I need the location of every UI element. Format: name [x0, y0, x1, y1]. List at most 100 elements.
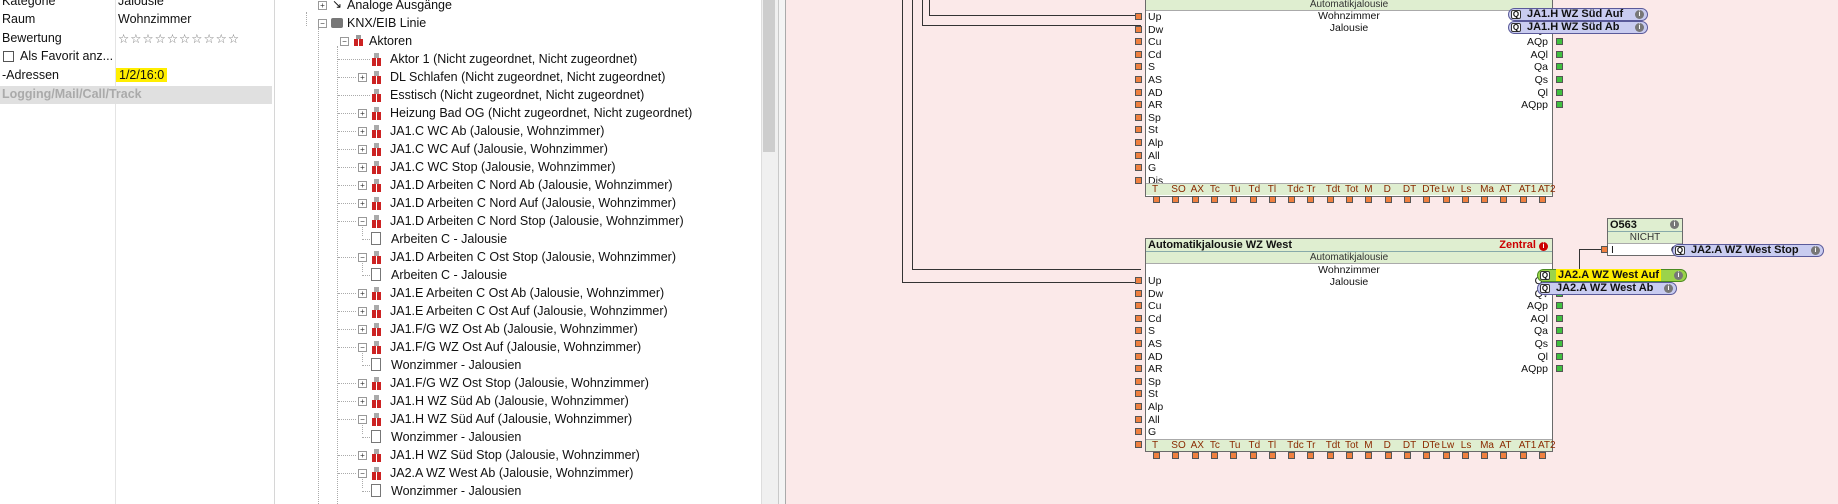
pin-connector[interactable]: [1403, 452, 1411, 459]
pin-connector[interactable]: [1249, 196, 1257, 203]
pin-connector[interactable]: [1519, 196, 1527, 203]
pin-connector[interactable]: [1135, 176, 1142, 184]
pin-connector[interactable]: [1556, 101, 1563, 109]
input-pin[interactable]: AR: [1148, 363, 1163, 375]
bottom-pin[interactable]: Lw: [1442, 184, 1455, 196]
input-pin[interactable]: S: [1148, 325, 1155, 337]
input-pin[interactable]: All: [1148, 414, 1160, 426]
pin-connector[interactable]: [1481, 452, 1489, 459]
bottom-pin[interactable]: Lw: [1442, 440, 1455, 452]
pin-connector[interactable]: [1556, 63, 1563, 71]
bottom-pin[interactable]: M: [1364, 184, 1372, 196]
info-icon[interactable]: i: [1664, 284, 1673, 293]
bottom-pin[interactable]: Td: [1249, 184, 1261, 196]
pin-connector[interactable]: [1500, 452, 1508, 459]
pin-connector[interactable]: [1423, 452, 1431, 459]
expand-icon[interactable]: +: [358, 199, 367, 208]
input-pin[interactable]: Alp: [1148, 401, 1163, 413]
pin-connector[interactable]: [1172, 452, 1180, 459]
input-pin[interactable]: Cd: [1148, 49, 1161, 61]
output-pin[interactable]: AQpp: [1521, 99, 1548, 111]
output-pin[interactable]: Qa: [1534, 325, 1548, 337]
pin-connector[interactable]: [1135, 63, 1142, 71]
collapse-icon[interactable]: −: [358, 469, 367, 478]
pin-connector[interactable]: [1135, 314, 1142, 322]
pin-connector[interactable]: [1556, 352, 1563, 360]
pin-connector[interactable]: [1135, 13, 1142, 20]
output-pin[interactable]: Ql: [1538, 351, 1549, 363]
ref-ja2a-west-stop[interactable]: Q JA2.A WZ West Stop i: [1672, 244, 1824, 257]
bottom-pin[interactable]: DTe: [1422, 440, 1440, 452]
bottom-pin[interactable]: AT2: [1538, 184, 1556, 196]
bottom-pin[interactable]: Tu: [1229, 440, 1240, 452]
bottom-pin[interactable]: AX: [1191, 440, 1204, 452]
pin-connector[interactable]: [1307, 196, 1315, 203]
pin-connector[interactable]: [1135, 327, 1142, 335]
pin-connector[interactable]: [1442, 196, 1450, 203]
input-pin[interactable]: AD: [1148, 87, 1163, 99]
input-pin[interactable]: Cu: [1148, 36, 1161, 48]
pin-connector[interactable]: [1172, 196, 1180, 203]
bottom-pin[interactable]: DT: [1403, 440, 1416, 452]
input-pin[interactable]: AS: [1148, 74, 1162, 86]
pin-connector[interactable]: [1210, 196, 1218, 203]
bottom-pin[interactable]: SO: [1171, 184, 1185, 196]
pin-connector[interactable]: [1135, 403, 1142, 410]
pin-connector[interactable]: [1556, 76, 1563, 83]
bottom-pin[interactable]: Tr: [1306, 184, 1315, 196]
ref-ja1h-sued-ab[interactable]: Q JA1.H WZ Süd Ab i: [1508, 21, 1648, 34]
bottom-pin[interactable]: AT1: [1519, 440, 1537, 452]
pin-connector[interactable]: [1556, 365, 1563, 373]
collapse-icon[interactable]: −: [358, 217, 367, 226]
property-row-bewertung[interactable]: Bewertung ☆☆☆☆☆☆☆☆☆☆: [0, 30, 272, 48]
bottom-pin[interactable]: Tu: [1229, 184, 1240, 196]
bottom-pin[interactable]: Tot: [1345, 440, 1358, 452]
expand-icon[interactable]: +: [358, 379, 367, 388]
pin-connector[interactable]: [1346, 196, 1353, 203]
bottom-pin[interactable]: Tdc: [1287, 184, 1304, 196]
address-value[interactable]: 1/2/16:0: [116, 68, 168, 82]
pin-connector[interactable]: [1346, 452, 1353, 459]
pin-connector[interactable]: [1135, 101, 1142, 109]
input-pin[interactable]: G: [1148, 162, 1156, 174]
logic-canvas[interactable]: Automatikjalousie Wohnzimmer Jalousie Up…: [786, 0, 1838, 504]
expand-icon[interactable]: +: [358, 181, 367, 190]
input-pin[interactable]: S: [1148, 61, 1155, 73]
ref-ja1h-sued-auf[interactable]: Q JA1.H WZ Süd Auf i: [1508, 8, 1648, 21]
bottom-pin[interactable]: AX: [1191, 184, 1204, 196]
pin-connector[interactable]: [1556, 340, 1563, 347]
input-pin[interactable]: Sp: [1148, 112, 1161, 124]
pin-connector[interactable]: [1230, 196, 1238, 203]
pin-connector[interactable]: [1135, 126, 1142, 134]
pin-connector[interactable]: [1500, 196, 1508, 203]
pin-connector[interactable]: [1249, 452, 1257, 459]
bottom-pin[interactable]: T: [1152, 184, 1158, 196]
pin-connector[interactable]: [1461, 452, 1469, 459]
pin-connector[interactable]: [1326, 196, 1334, 203]
pin-connector[interactable]: [1539, 196, 1546, 203]
pin-connector[interactable]: [1135, 365, 1142, 373]
bottom-pin[interactable]: Tl: [1268, 184, 1276, 196]
pin-connector[interactable]: [1135, 289, 1142, 297]
pin-connector[interactable]: [1556, 302, 1563, 310]
bottom-pin[interactable]: AT: [1499, 440, 1511, 452]
expand-icon[interactable]: +: [358, 325, 367, 334]
expand-icon[interactable]: +: [358, 289, 367, 298]
rating-stars[interactable]: ☆☆☆☆☆☆☆☆☆☆: [118, 31, 240, 46]
bottom-pin[interactable]: Tdt: [1326, 440, 1340, 452]
expand-icon[interactable]: +: [318, 1, 327, 10]
bottom-pin[interactable]: Ma: [1480, 184, 1494, 196]
pin-connector[interactable]: [1539, 452, 1546, 459]
pin-connector[interactable]: [1403, 196, 1411, 203]
pin-connector[interactable]: [1461, 196, 1469, 203]
input-pin[interactable]: Alp: [1148, 137, 1163, 149]
bottom-pin[interactable]: Tl: [1268, 440, 1276, 452]
pin-connector[interactable]: [1153, 196, 1160, 203]
output-pin[interactable]: Qa: [1534, 61, 1548, 73]
input-pin[interactable]: Cu: [1148, 300, 1161, 312]
pin-connector[interactable]: [1384, 452, 1392, 459]
output-pin[interactable]: Qs: [1535, 338, 1548, 350]
expand-icon[interactable]: +: [358, 127, 367, 136]
bottom-pin[interactable]: DT: [1403, 184, 1416, 196]
bottom-pin[interactable]: D: [1384, 184, 1391, 196]
